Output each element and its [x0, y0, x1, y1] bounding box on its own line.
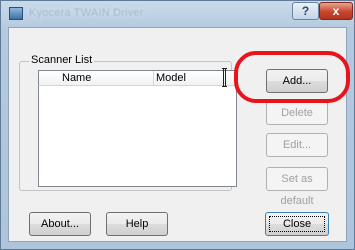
about-button[interactable]: About...: [29, 212, 91, 236]
window-title: Kyocera TWAIN Driver: [29, 7, 144, 19]
title-bar[interactable]: Kyocera TWAIN Driver ? x: [1, 1, 354, 27]
annotation-highlight-circle: [234, 51, 350, 103]
column-header-name[interactable]: Name: [62, 72, 91, 84]
text-cursor-icon: [222, 68, 227, 87]
help-title-button[interactable]: ?: [292, 2, 319, 20]
scanner-app-icon: [9, 7, 23, 20]
scanner-list-view[interactable]: [38, 70, 237, 187]
focus-rectangle: [269, 216, 325, 232]
delete-button[interactable]: Delete: [266, 101, 328, 125]
scanner-list-label: Scanner List: [29, 54, 95, 66]
close-button[interactable]: Close: [265, 212, 329, 236]
column-header-model[interactable]: Model: [156, 72, 186, 84]
column-divider[interactable]: [153, 71, 154, 85]
set-as-default-button[interactable]: Set as default: [266, 167, 328, 207]
edit-button[interactable]: Edit...: [266, 133, 328, 157]
help-button[interactable]: Help: [106, 212, 168, 236]
close-window-button[interactable]: x: [319, 2, 353, 20]
